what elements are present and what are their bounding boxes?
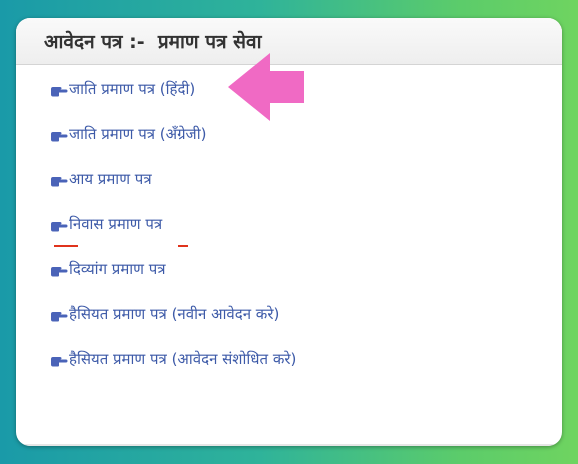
link-label: जाति प्रमाण पत्र (अँग्रेजी) [69,125,207,143]
pointing-hand-icon [50,82,68,97]
certificate-services-panel: आवेदन पत्र :- प्रमाण पत्र सेवा जाति प्रम… [16,18,562,446]
link-label: निवास प्रमाण पत्र [69,215,163,233]
pointing-hand-icon [50,217,68,232]
link-caste-certificate-english[interactable]: जाति प्रमाण पत्र (अँग्रेजी) [50,121,206,147]
link-caste-certificate-hindi[interactable]: जाति प्रमाण पत्र (हिंदी) [50,76,195,102]
link-status-certificate-new[interactable]: हैसियत प्रमाण पत्र (नवीन आवेदन करे) [50,301,279,327]
link-income-certificate[interactable]: आय प्रमाण पत्र [50,166,152,192]
link-residence-certificate[interactable]: निवास प्रमाण पत्र [50,211,162,237]
red-underline-mark [54,245,78,247]
pointing-hand-icon [50,172,68,187]
red-underline-mark [178,245,188,247]
link-label: हैसियत प्रमाण पत्र (नवीन आवेदन करे) [69,305,280,323]
link-status-certificate-modify[interactable]: हैसियत प्रमाण पत्र (आवेदन संशोधित करे) [50,346,296,372]
link-label: जाति प्रमाण पत्र (हिंदी) [69,80,196,98]
pink-arrow-icon [228,53,304,121]
pointing-hand-icon [50,127,68,142]
panel-footer-line [16,444,562,446]
pointing-hand-icon [50,307,68,322]
link-disability-certificate[interactable]: दिव्यांग प्रमाण पत्र [50,256,166,282]
pointing-hand-icon [50,352,68,367]
link-label: दिव्यांग प्रमाण पत्र [69,260,166,278]
pointing-hand-icon [50,262,68,277]
link-label: हैसियत प्रमाण पत्र (आवेदन संशोधित करे) [69,350,297,368]
link-label: आय प्रमाण पत्र [69,170,152,188]
